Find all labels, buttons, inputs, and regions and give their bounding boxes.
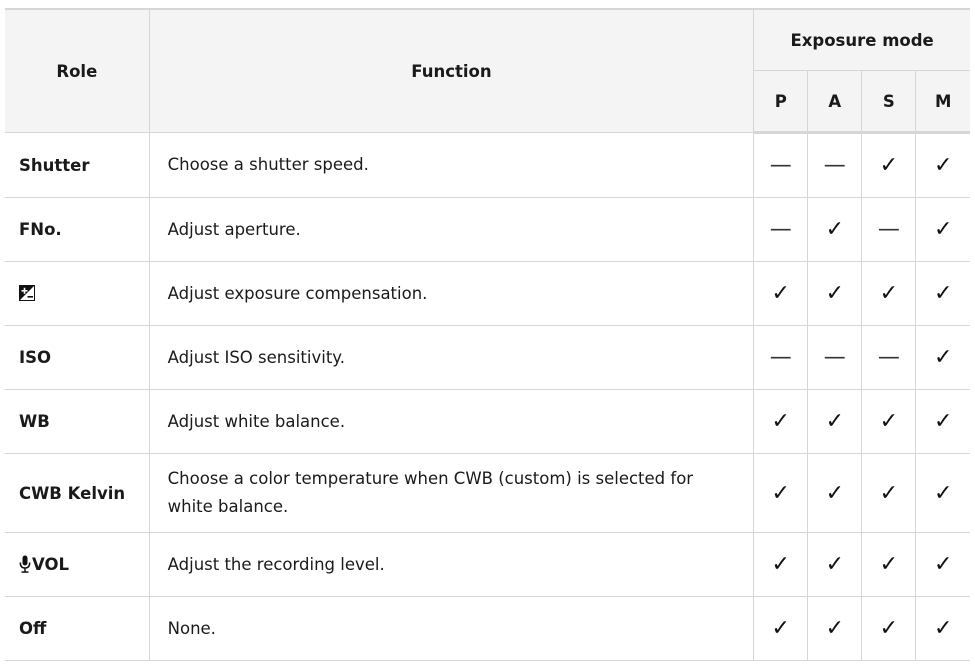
table-row: WB Adjust white balance. ✓ ✓ ✓ ✓ bbox=[5, 389, 970, 454]
mode-mark-s: ✓ bbox=[861, 453, 917, 533]
mode-mark-p: ✓ bbox=[753, 596, 809, 661]
mode-mark-m: ✓ bbox=[915, 389, 970, 454]
function-cell: Adjust exposure compensation. bbox=[148, 261, 755, 326]
mode-mark-s: ✓ bbox=[861, 596, 917, 661]
role-label: VOL bbox=[32, 555, 70, 574]
role-cell: CWB Kelvin bbox=[5, 453, 150, 533]
microphone-icon bbox=[19, 555, 31, 573]
header-exposure-mode: Exposure mode bbox=[753, 8, 970, 71]
function-cell: Adjust aperture. bbox=[148, 197, 755, 262]
role-cell: Off bbox=[5, 596, 150, 661]
mode-mark-m: ✓ bbox=[915, 453, 970, 533]
header-mode-a: A bbox=[807, 70, 863, 134]
mode-mark-p: ✓ bbox=[753, 389, 809, 454]
role-cell: Shutter bbox=[5, 132, 150, 198]
role-cell: ISO bbox=[5, 325, 150, 390]
mode-mark-m: ✓ bbox=[915, 325, 970, 390]
function-cell: None. bbox=[148, 596, 755, 661]
function-cell: Adjust white balance. bbox=[148, 389, 755, 454]
exposure-compensation-icon bbox=[19, 285, 35, 301]
function-cell: Adjust the recording level. bbox=[148, 532, 755, 597]
mode-mark-p: ✓ bbox=[753, 261, 809, 326]
mode-mark-m: ✓ bbox=[915, 532, 970, 597]
mode-mark-a: ✓ bbox=[807, 596, 863, 661]
mode-mark-m: ✓ bbox=[915, 261, 970, 326]
header-mode-s: S bbox=[861, 70, 917, 134]
mode-mark-p: — bbox=[753, 197, 809, 262]
header-role: Role bbox=[5, 8, 150, 133]
function-cell: Choose a shutter speed. bbox=[148, 132, 755, 198]
function-cell: Choose a color temperature when CWB (cus… bbox=[148, 453, 755, 533]
mode-mark-m: ✓ bbox=[915, 197, 970, 262]
mode-mark-p: ✓ bbox=[753, 532, 809, 597]
table-row: CWB Kelvin Choose a color temperature wh… bbox=[5, 453, 970, 533]
mode-mark-s: ✓ bbox=[861, 132, 917, 198]
role-cell bbox=[5, 261, 150, 326]
mode-mark-s: ✓ bbox=[861, 261, 917, 326]
mode-mark-p: ✓ bbox=[753, 453, 809, 533]
mode-mark-s: — bbox=[861, 325, 917, 390]
mode-mark-s: — bbox=[861, 197, 917, 262]
mode-mark-a: ✓ bbox=[807, 453, 863, 533]
role-function-table: Role Function Exposure mode P A S M Shut… bbox=[5, 8, 970, 661]
header-mode-m: M bbox=[915, 70, 970, 134]
mode-mark-m: ✓ bbox=[915, 596, 970, 661]
table-header: Role Function Exposure mode P A S M bbox=[5, 8, 970, 134]
table-row: Shutter Choose a shutter speed. — — ✓ ✓ bbox=[5, 132, 970, 198]
mode-mark-a: ✓ bbox=[807, 532, 863, 597]
table-row: Off None. ✓ ✓ ✓ ✓ bbox=[5, 596, 970, 661]
function-cell: Adjust ISO sensitivity. bbox=[148, 325, 755, 390]
mode-mark-s: ✓ bbox=[861, 389, 917, 454]
table-row: VOL Adjust the recording level. ✓ ✓ ✓ ✓ bbox=[5, 532, 970, 597]
mode-mark-m: ✓ bbox=[915, 132, 970, 198]
mode-mark-a: ✓ bbox=[807, 389, 863, 454]
table-row: Adjust exposure compensation. ✓ ✓ ✓ ✓ bbox=[5, 261, 970, 326]
mode-mark-a: ✓ bbox=[807, 197, 863, 262]
mode-mark-s: ✓ bbox=[861, 532, 917, 597]
mode-mark-a: — bbox=[807, 325, 863, 390]
header-function: Function bbox=[148, 8, 755, 133]
table-row: FNo. Adjust aperture. — ✓ — ✓ bbox=[5, 197, 970, 262]
mode-mark-a: — bbox=[807, 132, 863, 198]
role-cell: FNo. bbox=[5, 197, 150, 262]
mode-mark-a: ✓ bbox=[807, 261, 863, 326]
header-mode-p: P bbox=[753, 70, 809, 134]
table-row: ISO Adjust ISO sensitivity. — — — ✓ bbox=[5, 325, 970, 390]
mode-mark-p: — bbox=[753, 325, 809, 390]
mode-mark-p: — bbox=[753, 132, 809, 198]
role-cell: VOL bbox=[5, 532, 150, 597]
role-cell: WB bbox=[5, 389, 150, 454]
